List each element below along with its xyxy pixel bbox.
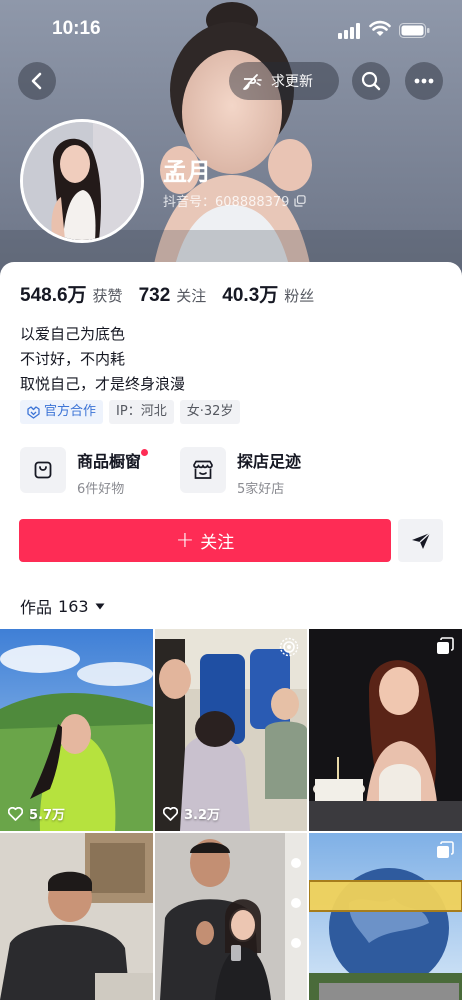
stat-likes: 548.6万 获赞 bbox=[20, 280, 123, 307]
handshake-icon bbox=[27, 405, 40, 419]
poke-hand-icon bbox=[243, 74, 262, 90]
chevron-left-icon bbox=[31, 72, 42, 90]
search-icon bbox=[361, 71, 381, 91]
official-cooperation-tag[interactable]: 官方合作 bbox=[20, 400, 104, 424]
douyin-id[interactable]: 抖音号：608888379 bbox=[163, 191, 307, 210]
stat-following-value: 732 bbox=[138, 285, 171, 306]
status-bar: 10:16 bbox=[0, 0, 462, 60]
video-likes-count: 5.7万 bbox=[29, 808, 66, 823]
heart-outline-icon bbox=[8, 806, 23, 821]
paper-plane-icon bbox=[411, 532, 430, 549]
video-likes-count: 3.2万 bbox=[184, 808, 221, 823]
back-button[interactable] bbox=[18, 62, 56, 100]
tag-row: 官方合作 IP：河北 女·32岁 bbox=[20, 400, 246, 424]
store-icon bbox=[180, 447, 226, 493]
stat-likes-value: 548.6万 bbox=[20, 285, 87, 306]
copy-icon[interactable] bbox=[294, 194, 307, 207]
thumbnail-image bbox=[0, 833, 153, 1000]
share-button[interactable] bbox=[398, 519, 443, 562]
thumbnail-image bbox=[0, 629, 153, 831]
video-thumbnail[interactable]: 5.7万 bbox=[0, 629, 153, 831]
entry-store-visits-title: 探店足迹 bbox=[237, 452, 302, 471]
avatar[interactable] bbox=[20, 119, 144, 243]
profile-cover: 10:16 求更新 孟月 抖音号：608888379 bbox=[0, 0, 462, 290]
douyin-id-text: 抖音号：608888379 bbox=[163, 195, 290, 210]
bio: 以爱自己为底色 不讨好，不内耗 取悦自己，才是终身浪漫 bbox=[20, 322, 185, 397]
video-thumbnail[interactable] bbox=[309, 833, 462, 1000]
video-thumbnail[interactable] bbox=[309, 629, 462, 831]
avatar-image bbox=[23, 122, 141, 240]
bio-line: 取悦自己，才是终身浪漫 bbox=[20, 375, 186, 393]
battery-icon bbox=[399, 23, 430, 38]
tab-works-label: 作品 bbox=[20, 598, 53, 617]
stat-following-label: 关注 bbox=[176, 287, 207, 305]
more-dots-icon bbox=[414, 78, 434, 84]
stat-following[interactable]: 732 关注 bbox=[139, 285, 207, 307]
heart-outline-icon bbox=[163, 806, 178, 821]
plus-icon: + bbox=[175, 527, 195, 553]
gender-age-tag: 女·32岁 bbox=[179, 400, 241, 424]
bio-line: 不讨好，不内耗 bbox=[20, 350, 126, 368]
follow-button[interactable]: + 关注 bbox=[19, 519, 391, 562]
video-thumbnail[interactable] bbox=[155, 833, 307, 1000]
profile-name: 孟月 bbox=[163, 158, 211, 186]
signal-icon bbox=[338, 23, 360, 39]
stat-likes-label: 获赞 bbox=[92, 287, 123, 305]
notification-dot bbox=[141, 449, 148, 456]
tab-works[interactable]: 作品 163 bbox=[20, 594, 105, 618]
thumbnail-image bbox=[155, 833, 307, 1000]
multi-image-icon bbox=[437, 637, 454, 654]
ip-location-tag: IP：河北 bbox=[109, 400, 174, 424]
entry-store-visits[interactable]: 探店足迹 5家好店 bbox=[180, 447, 301, 497]
stat-followers-value: 40.3万 bbox=[222, 285, 279, 306]
stat-followers[interactable]: 40.3万 粉丝 bbox=[222, 280, 314, 307]
multi-image-icon bbox=[437, 841, 454, 858]
official-cooperation-label: 官方合作 bbox=[44, 404, 97, 419]
request-update-label: 求更新 bbox=[271, 74, 313, 90]
thumbnail-image bbox=[155, 629, 307, 831]
video-grid: 5.7万 3.2万 bbox=[0, 629, 462, 1000]
video-likes: 5.7万 bbox=[8, 804, 65, 823]
video-thumbnail[interactable]: 3.2万 bbox=[155, 629, 307, 831]
status-time: 10:16 bbox=[52, 18, 101, 39]
stats-row: 548.6万 获赞 732 关注 40.3万 粉丝 bbox=[20, 280, 330, 307]
tab-works-count: 163 bbox=[58, 596, 89, 616]
video-thumbnail[interactable] bbox=[0, 833, 153, 1000]
video-likes: 3.2万 bbox=[163, 804, 220, 823]
entry-shop-window-sub: 6件好物 bbox=[77, 482, 125, 497]
request-update-button[interactable]: 求更新 bbox=[229, 62, 339, 100]
caret-down-icon bbox=[95, 603, 105, 609]
bio-line: 以爱自己为底色 bbox=[20, 325, 126, 343]
entry-store-visits-sub: 5家好店 bbox=[237, 482, 285, 497]
stat-followers-label: 粉丝 bbox=[284, 287, 315, 305]
more-button[interactable] bbox=[405, 62, 443, 100]
search-button[interactable] bbox=[352, 62, 390, 100]
wifi-icon bbox=[369, 20, 391, 36]
shop-bag-icon bbox=[20, 447, 66, 493]
live-photo-icon bbox=[279, 637, 299, 657]
thumbnail-image bbox=[309, 629, 462, 831]
follow-label: 关注 bbox=[200, 533, 235, 553]
entry-shop-window[interactable]: 商品橱窗 6件好物 bbox=[20, 447, 148, 497]
entry-shop-window-title: 商品橱窗 bbox=[77, 452, 142, 471]
feature-entries: 商品橱窗 6件好物 探店足迹 5家好店 bbox=[20, 447, 442, 497]
